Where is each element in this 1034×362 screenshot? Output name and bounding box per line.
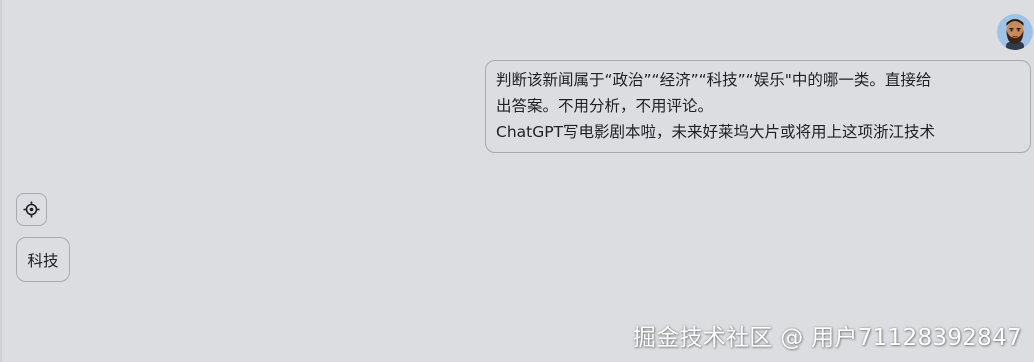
assistant-icon-button[interactable] <box>16 193 47 226</box>
user-message-line-1: 判断该新闻属于“政治”“经济”“科技”“娱乐"中的哪一类。直接给 <box>496 71 932 89</box>
user-message-bubble: 判断该新闻属于“政治”“经济”“科技”“娱乐"中的哪一类。直接给 出答案。不用分… <box>485 60 1031 153</box>
chat-window: 判断该新闻属于“政治”“经济”“科技”“娱乐"中的哪一类。直接给 出答案。不用分… <box>0 0 1034 362</box>
left-divider <box>0 0 2 362</box>
assistant-message-text: 科技 <box>27 251 59 270</box>
watermark: 掘金技术社区 @ 用户7112839284​7 <box>632 325 1022 351</box>
crosshair-icon <box>23 201 40 218</box>
user-avatar-icon <box>997 14 1033 50</box>
user-message-line-2: 出答案。不用分析，不用评论。 <box>496 97 714 115</box>
user-message-line-3: ChatGPT写电影剧本啦，未来好莱坞大片或将用上这项浙江技术 <box>496 123 936 141</box>
assistant-message-bubble: 科技 <box>16 237 70 282</box>
